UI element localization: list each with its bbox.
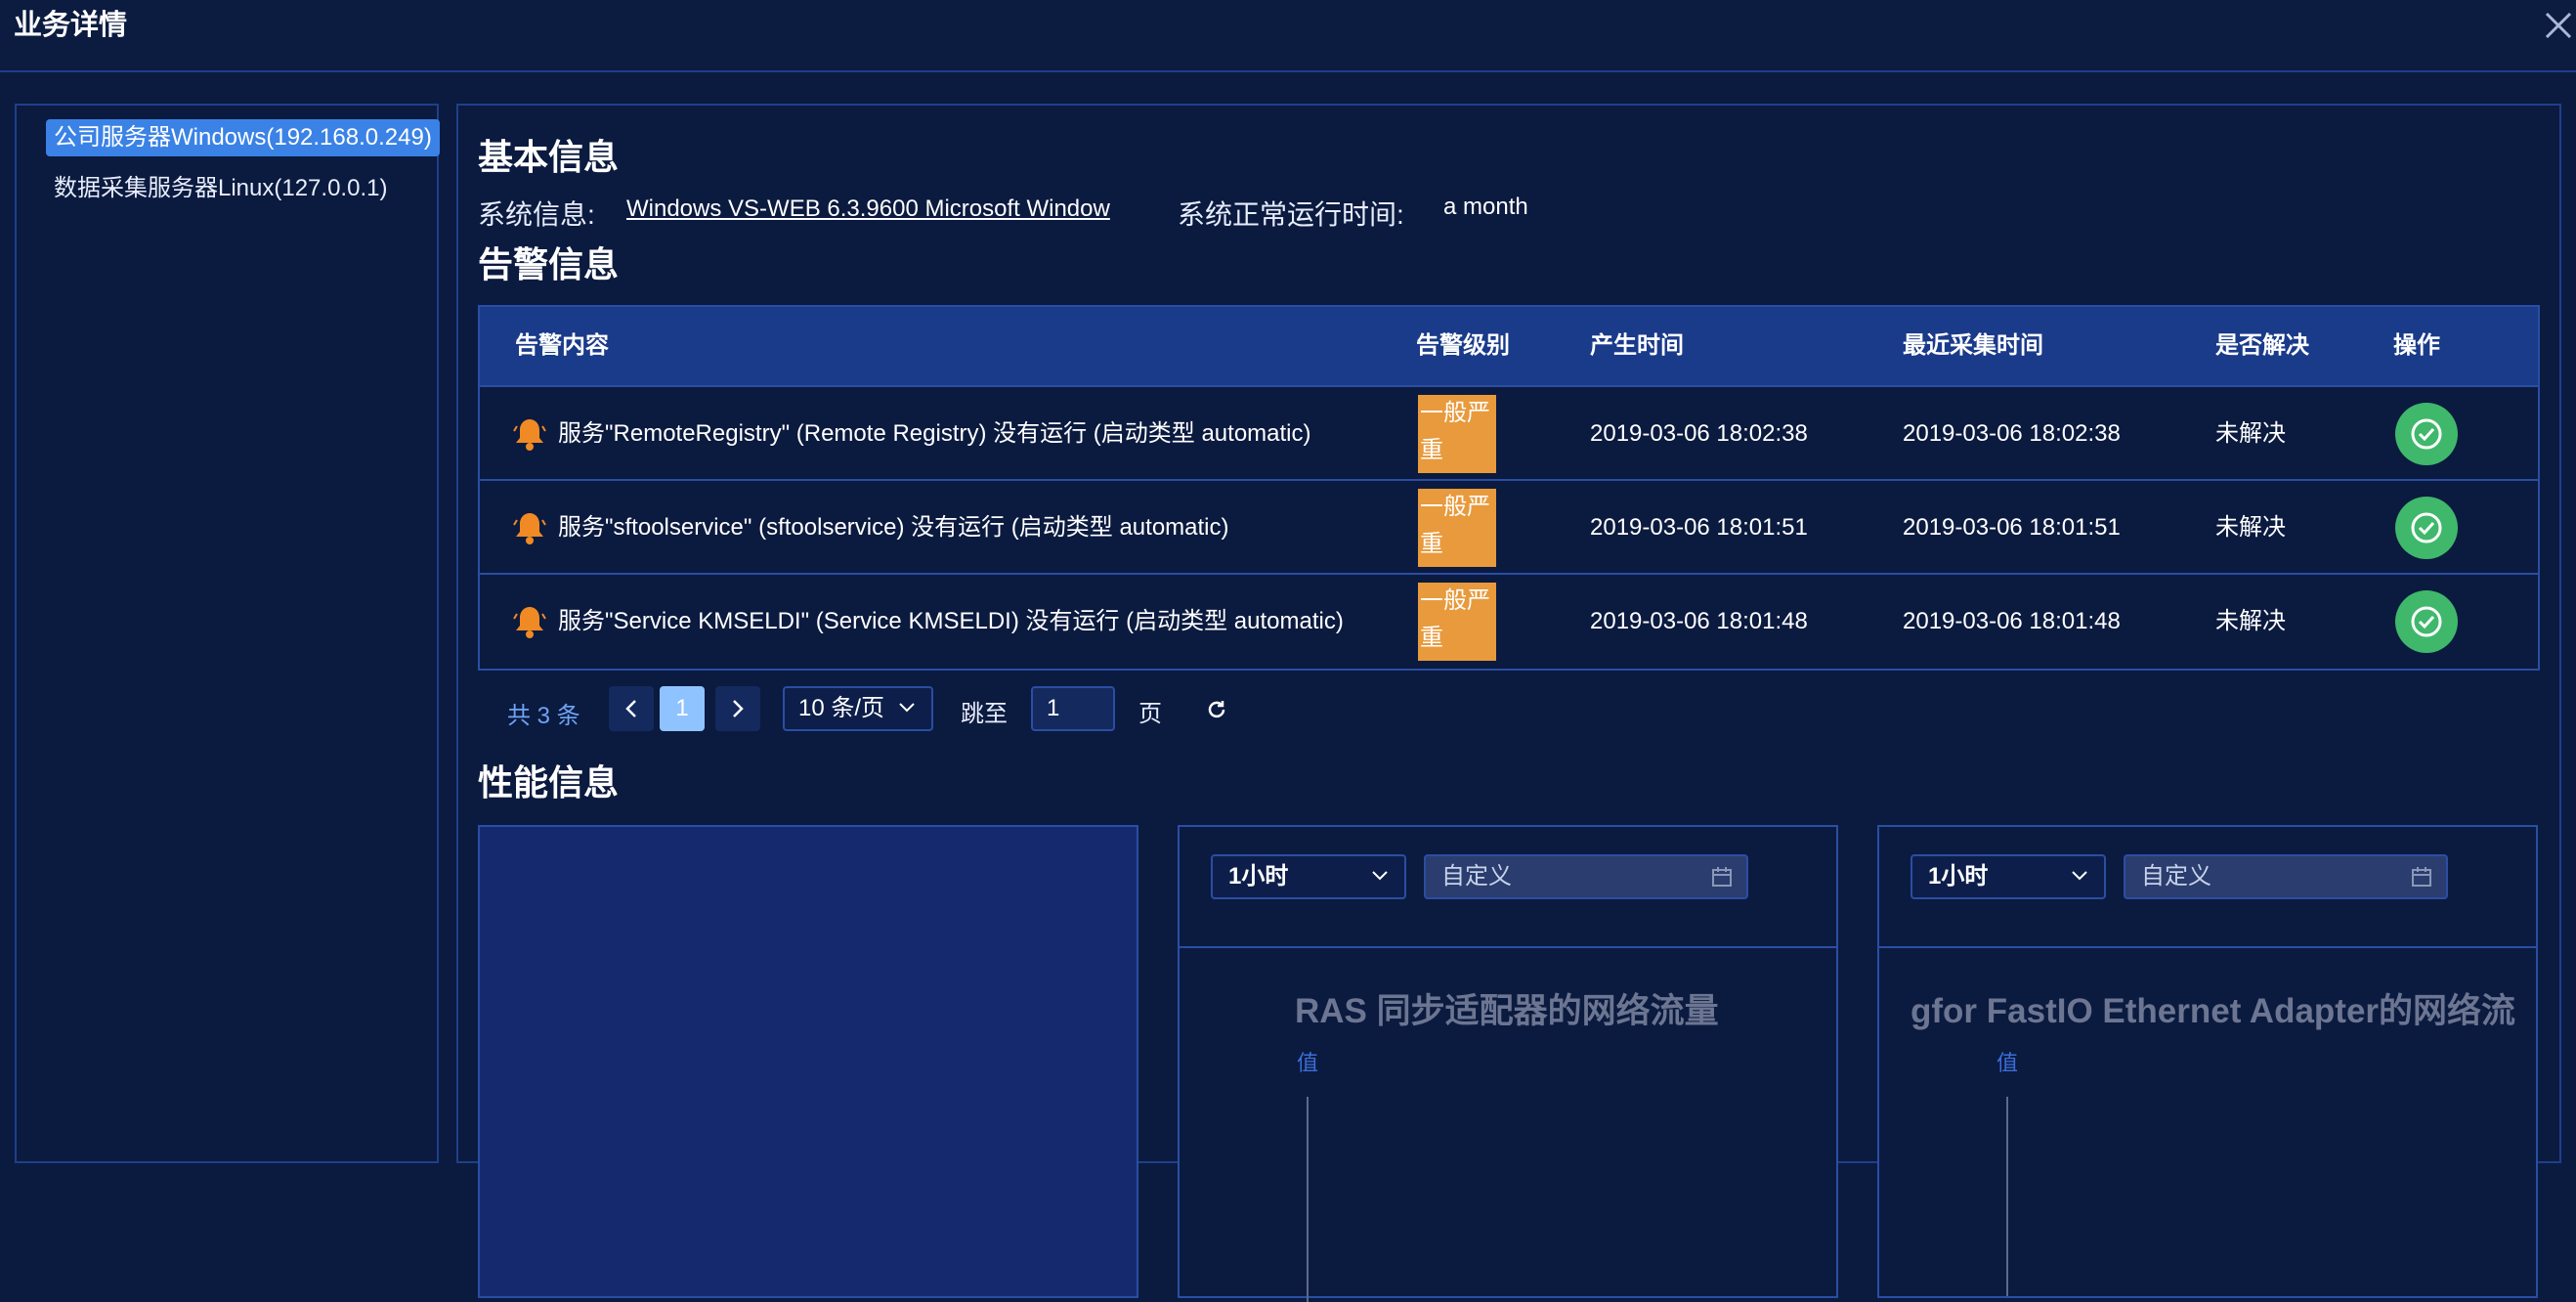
time-range-select[interactable]: 1小时 — [1211, 854, 1406, 899]
uptime-value: a month — [1443, 194, 1528, 220]
col-action: 操作 — [2393, 332, 2440, 359]
time-range-value: 1小时 — [1228, 863, 1289, 890]
chart-y-axis — [1307, 1097, 1309, 1302]
custom-date-input[interactable]: 自定义 — [1424, 854, 1748, 899]
page-size-value: 10 条/页 — [798, 695, 885, 721]
perf-info-title: 性能信息 — [478, 762, 620, 803]
chevron-left-icon[interactable] — [609, 686, 654, 731]
bell-icon — [513, 513, 546, 544]
chart-title: RAS 同步适配器的网络流量 — [1295, 992, 1719, 1030]
alarm-created: 2019-03-06 18:01:48 — [1590, 608, 1808, 634]
server-list: 公司服务器Windows(192.168.0.249) 数据采集服务器Linux… — [15, 104, 440, 1163]
pagination-total: 共 3 条 — [507, 703, 580, 729]
jump-page-input[interactable] — [1031, 686, 1115, 731]
custom-date-input[interactable]: 自定义 — [2124, 854, 2448, 899]
calendar-icon — [1712, 867, 1732, 887]
alarm-resolved: 未解决 — [2215, 420, 2286, 447]
chevron-down-icon — [1372, 871, 1388, 881]
level-badge: 一般严重 — [1418, 395, 1496, 473]
time-range-select[interactable]: 1小时 — [1911, 854, 2106, 899]
alarm-collected: 2019-03-06 18:02:38 — [1903, 420, 2121, 447]
page-size-select[interactable]: 10 条/页 — [783, 686, 933, 731]
custom-date-placeholder: 自定义 — [1441, 863, 1512, 890]
level-badge: 一般严重 — [1418, 583, 1496, 661]
table-row: 服务"Service KMSELDI" (Service KMSELDI) 没有… — [480, 573, 2538, 669]
perf-card: 1小时 自定义 gfor FastIO Ethernet Adapter的网络流… — [1877, 825, 2538, 1298]
perf-card-empty — [478, 825, 1138, 1298]
time-range-value: 1小时 — [1928, 863, 1989, 890]
col-collected: 最近采集时间 — [1903, 332, 2043, 359]
alarm-collected: 2019-03-06 18:01:51 — [1903, 514, 2121, 541]
bell-icon — [513, 607, 546, 638]
alarm-table: 告警内容 告警级别 产生时间 最近采集时间 是否解决 操作 服务"RemoteR… — [478, 305, 2540, 671]
col-level: 告警级别 — [1416, 332, 1510, 359]
alarm-resolved: 未解决 — [2215, 608, 2286, 634]
jump-label: 跳至 — [961, 701, 1008, 727]
alarm-created: 2019-03-06 18:02:38 — [1590, 420, 1808, 447]
level-badge: 一般严重 — [1418, 489, 1496, 567]
resolve-button[interactable] — [2395, 590, 2458, 653]
server-item-linux[interactable]: 数据采集服务器Linux(127.0.0.1) — [46, 170, 395, 207]
server-item-windows[interactable]: 公司服务器Windows(192.168.0.249) — [46, 119, 440, 156]
calendar-icon — [2412, 867, 2431, 887]
alarm-resolved: 未解决 — [2215, 514, 2286, 541]
perf-card-toolbar: 1小时 自定义 — [1180, 827, 1836, 948]
alarm-info-title: 告警信息 — [478, 244, 620, 284]
alarm-content: 服务"Service KMSELDI" (Service KMSELDI) 没有… — [558, 608, 1344, 634]
detail-panel: 基本信息 系统信息: Windows VS-WEB 6.3.9600 Micro… — [456, 104, 2561, 1302]
table-row: 服务"sftoolservice" (sftoolservice) 没有运行 (… — [480, 479, 2538, 575]
perf-card-toolbar: 1小时 自定义 — [1879, 827, 2536, 948]
chevron-down-icon — [899, 703, 915, 713]
alarm-content: 服务"RemoteRegistry" (Remote Registry) 没有运… — [558, 420, 1311, 447]
chart-y-axis-label: 值 — [1996, 1051, 2019, 1075]
alarm-collected: 2019-03-06 18:01:48 — [1903, 608, 2121, 634]
basic-info-title: 基本信息 — [478, 137, 620, 177]
custom-date-placeholder: 自定义 — [2141, 863, 2211, 890]
close-icon[interactable] — [2537, 4, 2576, 43]
chart-title: gfor FastIO Ethernet Adapter的网络流 — [1911, 992, 2516, 1030]
uptime-label: 系统正常运行时间: — [1178, 199, 1404, 230]
refresh-icon[interactable] — [1205, 698, 1228, 721]
table-row: 服务"RemoteRegistry" (Remote Registry) 没有运… — [480, 385, 2538, 481]
perf-card: 1小时 自定义 RAS 同步适配器的网络流量 值 — [1178, 825, 1838, 1302]
col-resolved: 是否解决 — [2215, 332, 2309, 359]
chevron-down-icon — [2072, 871, 2087, 881]
alarm-created: 2019-03-06 18:01:51 — [1590, 514, 1808, 541]
dialog-title: 业务详情 — [14, 10, 128, 41]
col-created: 产生时间 — [1590, 332, 1684, 359]
chart-y-axis — [2006, 1097, 2008, 1296]
resolve-button[interactable] — [2395, 403, 2458, 465]
alarm-content: 服务"sftoolservice" (sftoolservice) 没有运行 (… — [558, 514, 1229, 541]
table-header: 告警内容 告警级别 产生时间 最近采集时间 是否解决 操作 — [480, 307, 2538, 385]
dialog-header: 业务详情 — [0, 0, 2576, 72]
pagination: 共 3 条 1 10 条/页 跳至 页 — [478, 686, 1357, 735]
chart-y-axis-label: 值 — [1297, 1051, 1319, 1075]
sysinfo-value[interactable]: Windows VS-WEB 6.3.9600 Microsoft Window — [626, 195, 1110, 223]
page-unit-label: 页 — [1138, 701, 1162, 727]
bell-icon — [513, 419, 546, 451]
sysinfo-label: 系统信息: — [478, 199, 595, 230]
resolve-button[interactable] — [2395, 497, 2458, 559]
chevron-right-icon[interactable] — [715, 686, 760, 731]
col-content: 告警内容 — [515, 332, 609, 359]
page-number-button[interactable]: 1 — [660, 686, 705, 731]
